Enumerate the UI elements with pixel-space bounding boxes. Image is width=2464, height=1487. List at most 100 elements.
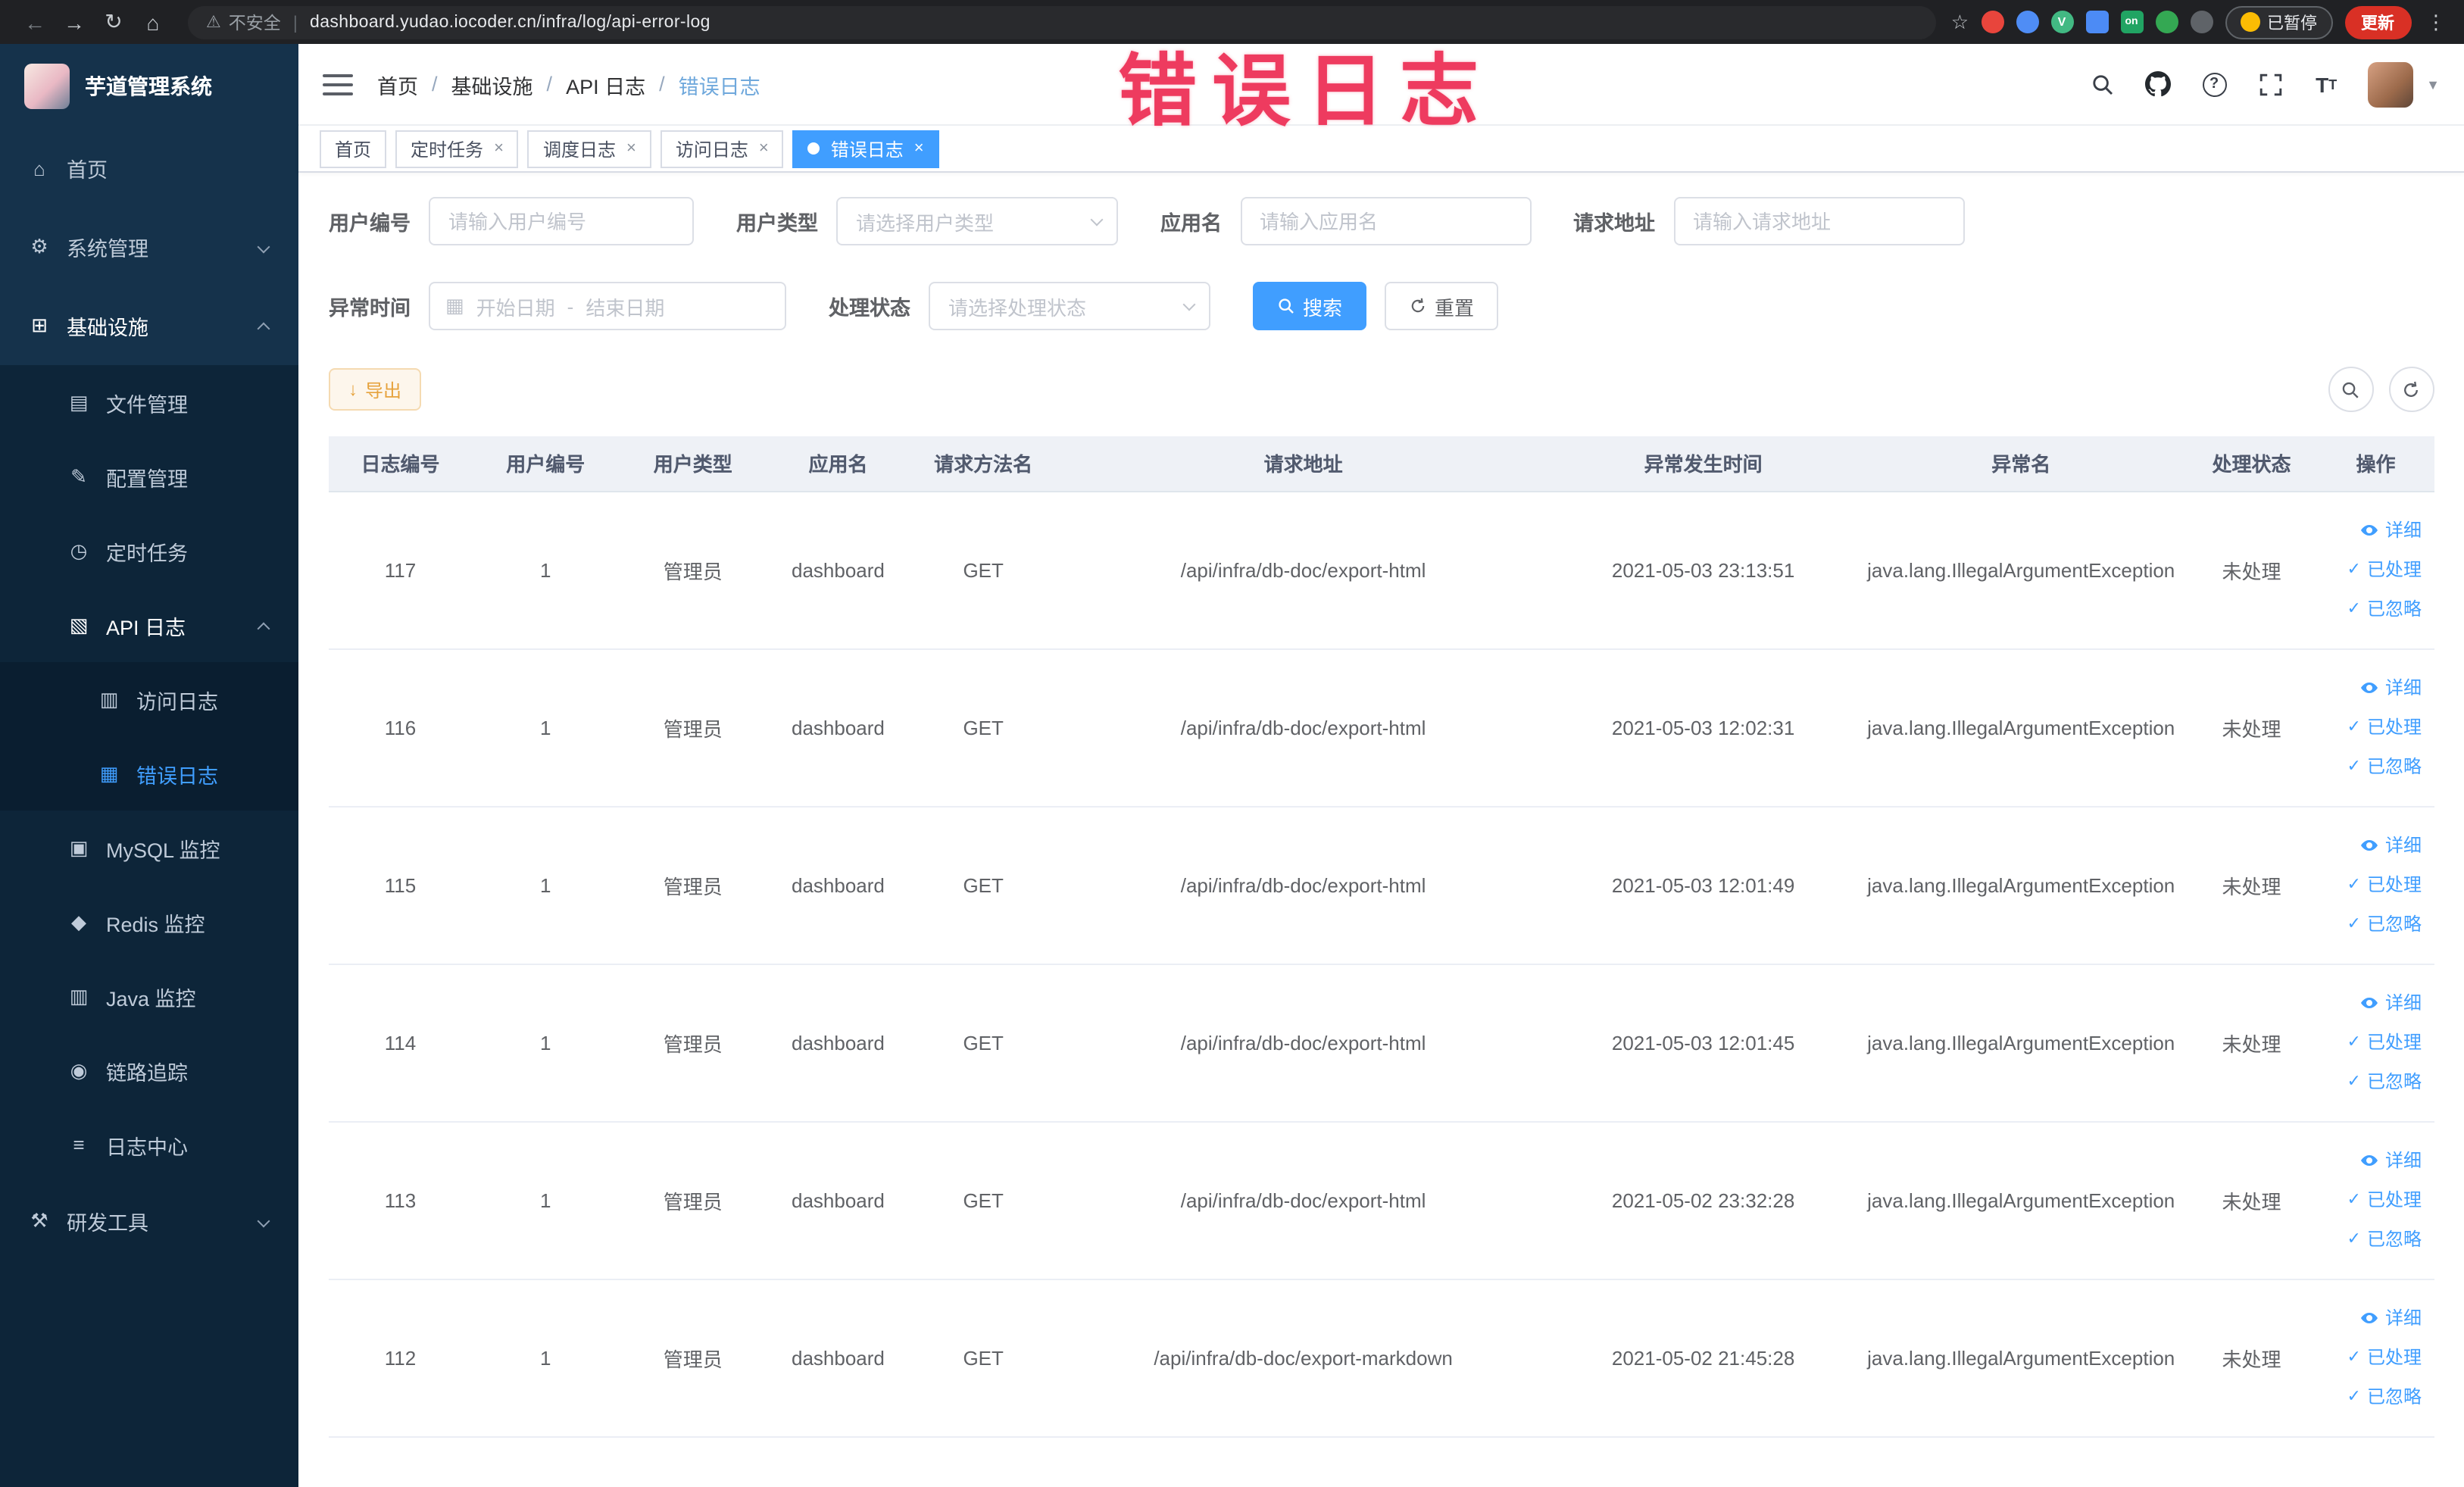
- breadcrumb-separator: /: [546, 73, 553, 95]
- reset-button[interactable]: 重置: [1385, 282, 1499, 330]
- action-processed[interactable]: ✓ 已处理: [2324, 550, 2422, 589]
- mysql-icon: ▣: [69, 836, 89, 858]
- action-processed[interactable]: ✓ 已处理: [2324, 1180, 2422, 1220]
- chevron-down-icon: [1090, 212, 1104, 226]
- toggle-search-icon[interactable]: [2328, 367, 2373, 412]
- caret-down-icon[interactable]: ▼: [2426, 77, 2440, 92]
- reload-icon[interactable]: ↻: [94, 9, 133, 35]
- export-button[interactable]: ↓ 导出: [329, 368, 422, 411]
- download-icon: ↓: [348, 379, 358, 400]
- redis-icon: ◆: [71, 910, 86, 932]
- process-status-select[interactable]: 请选择处理状态: [929, 282, 1210, 330]
- address-bar[interactable]: ⚠ 不安全 | dashboard.yudao.iocoder.cn/infra…: [188, 5, 1936, 39]
- back-icon[interactable]: ←: [15, 10, 55, 34]
- action-detail[interactable]: 详细: [2324, 668, 2422, 708]
- close-icon[interactable]: ×: [914, 139, 924, 158]
- vue-devtools-icon[interactable]: V: [2050, 11, 2073, 33]
- table-settings: [2328, 367, 2434, 412]
- check-icon: ✓: [2347, 718, 2361, 736]
- action-ignored[interactable]: ✓ 已忽略: [2324, 1062, 2422, 1101]
- tab-scheduled-task[interactable]: 定时任务 ×: [395, 130, 519, 167]
- sidebar-item-system[interactable]: ⚙ 系统管理: [0, 208, 298, 286]
- action-detail[interactable]: 详细: [2324, 1298, 2422, 1338]
- tab-schedule-log[interactable]: 调度日志 ×: [527, 130, 651, 167]
- action-processed[interactable]: ✓ 已处理: [2324, 1023, 2422, 1062]
- sidebar-item-api-log[interactable]: ▧ API 日志: [0, 588, 298, 662]
- fullscreen-icon[interactable]: [2255, 69, 2285, 99]
- page-url: dashboard.yudao.iocoder.cn/infra/log/api…: [310, 13, 710, 31]
- sidebar-item-java-monitor[interactable]: ▥ Java 监控: [0, 959, 298, 1033]
- home-icon[interactable]: ⌂: [133, 10, 173, 34]
- bookmark-star-icon[interactable]: ☆: [1951, 10, 1969, 34]
- action-processed[interactable]: ✓ 已处理: [2324, 1338, 2422, 1377]
- sidebar-item-mysql-monitor[interactable]: ▣ MySQL 监控: [0, 811, 298, 885]
- menu-kebab-icon[interactable]: ⋮: [2423, 10, 2449, 34]
- sidebar-item-redis-monitor[interactable]: ◆ Redis 监控: [0, 885, 298, 959]
- action-processed[interactable]: ✓ 已处理: [2324, 865, 2422, 904]
- sidebar-item-scheduled-task[interactable]: ◷ 定时任务: [0, 514, 298, 588]
- tab-access-log[interactable]: 访问日志 ×: [660, 130, 784, 167]
- action-ignored[interactable]: ✓ 已忽略: [2324, 1220, 2422, 1259]
- action-detail[interactable]: 详细: [2324, 1141, 2422, 1180]
- tab-error-log[interactable]: 错误日志 ×: [792, 130, 939, 167]
- refresh-icon[interactable]: [2388, 367, 2434, 412]
- extension-on-icon[interactable]: on: [2120, 11, 2143, 33]
- sidebar-item-file-manage[interactable]: ▤ 文件管理: [0, 365, 298, 439]
- sidebar-item-error-log[interactable]: ▦ 错误日志: [0, 736, 298, 811]
- help-icon[interactable]: ?: [2199, 69, 2229, 99]
- close-icon[interactable]: ×: [494, 139, 504, 158]
- extension-icon[interactable]: [2016, 11, 2038, 33]
- breadcrumb-item[interactable]: 基础设施: [451, 69, 533, 99]
- action-detail[interactable]: 详细: [2324, 511, 2422, 550]
- breadcrumb-separator: /: [432, 73, 438, 95]
- action-detail[interactable]: 详细: [2324, 826, 2422, 865]
- sidebar-item-infra[interactable]: ⊞ 基础设施: [0, 286, 298, 365]
- close-icon[interactable]: ×: [759, 139, 769, 158]
- action-ignored[interactable]: ✓ 已忽略: [2324, 904, 2422, 944]
- font-size-icon[interactable]: TT: [2311, 69, 2341, 99]
- github-icon[interactable]: [2143, 69, 2173, 99]
- breadcrumb-separator: /: [659, 73, 665, 95]
- user-avatar[interactable]: [2367, 61, 2413, 107]
- error-log-table: 日志编号 用户编号 用户类型 应用名 请求方法名 请求地址 异常发生时间 异常名…: [329, 436, 2434, 1437]
- table-row: 113 1 管理员 dashboard GET /api/infra/db-do…: [329, 1121, 2434, 1279]
- profile-paused-pill[interactable]: 已暂停: [2225, 5, 2332, 39]
- sidebar-item-home[interactable]: ⌂ 首页: [0, 129, 298, 208]
- close-icon[interactable]: ×: [626, 139, 636, 158]
- navbar-actions: ? TT ▼: [2087, 61, 2440, 107]
- extension-icon[interactable]: [1981, 11, 2003, 33]
- col-app-name: 应用名: [766, 436, 910, 492]
- breadcrumb-item[interactable]: API 日志: [566, 69, 645, 99]
- check-icon: ✓: [2347, 561, 2361, 579]
- date-range-picker[interactable]: ▦ 开始日期 - 结束日期: [429, 282, 786, 330]
- forward-icon[interactable]: →: [55, 10, 94, 34]
- search-button[interactable]: 搜索: [1253, 282, 1367, 330]
- tab-home[interactable]: 首页: [320, 130, 387, 167]
- user-type-select[interactable]: 请选择用户类型: [836, 197, 1118, 245]
- app-name-input[interactable]: [1240, 197, 1531, 245]
- user-id-input[interactable]: [429, 197, 694, 245]
- col-user-type: 用户类型: [619, 436, 767, 492]
- hamburger-icon[interactable]: [323, 73, 353, 95]
- sidebar-item-devtools[interactable]: ⚒ 研发工具: [0, 1182, 298, 1261]
- breadcrumb-item[interactable]: 首页: [377, 69, 418, 99]
- action-ignored[interactable]: ✓ 已忽略: [2324, 747, 2422, 786]
- search-icon[interactable]: [2087, 69, 2117, 99]
- request-url-input[interactable]: [1673, 197, 1964, 245]
- col-request-url: 请求地址: [1057, 436, 1550, 492]
- action-ignored[interactable]: ✓ 已忽略: [2324, 589, 2422, 629]
- sidebar-item-config-manage[interactable]: ✎ 配置管理: [0, 439, 298, 514]
- extension-leaf-icon[interactable]: [2155, 11, 2178, 33]
- app-logo[interactable]: 芋道管理系统: [0, 44, 298, 129]
- update-button[interactable]: 更新: [2344, 5, 2411, 39]
- sidebar-item-access-log[interactable]: ▥ 访问日志: [0, 662, 298, 736]
- sidebar-bottom: ⚒ 研发工具: [0, 1182, 298, 1487]
- extension-grid-icon[interactable]: [2085, 11, 2108, 33]
- sidebar-item-log-center[interactable]: ≡ 日志中心: [0, 1107, 298, 1182]
- sidebar-item-trace[interactable]: ◉ 链路追踪: [0, 1033, 298, 1107]
- gear-icon: ⚙: [30, 235, 48, 258]
- action-processed[interactable]: ✓ 已处理: [2324, 708, 2422, 747]
- extensions-puzzle-icon[interactable]: [2190, 11, 2213, 33]
- action-detail[interactable]: 详细: [2324, 983, 2422, 1023]
- action-ignored[interactable]: ✓ 已忽略: [2324, 1377, 2422, 1417]
